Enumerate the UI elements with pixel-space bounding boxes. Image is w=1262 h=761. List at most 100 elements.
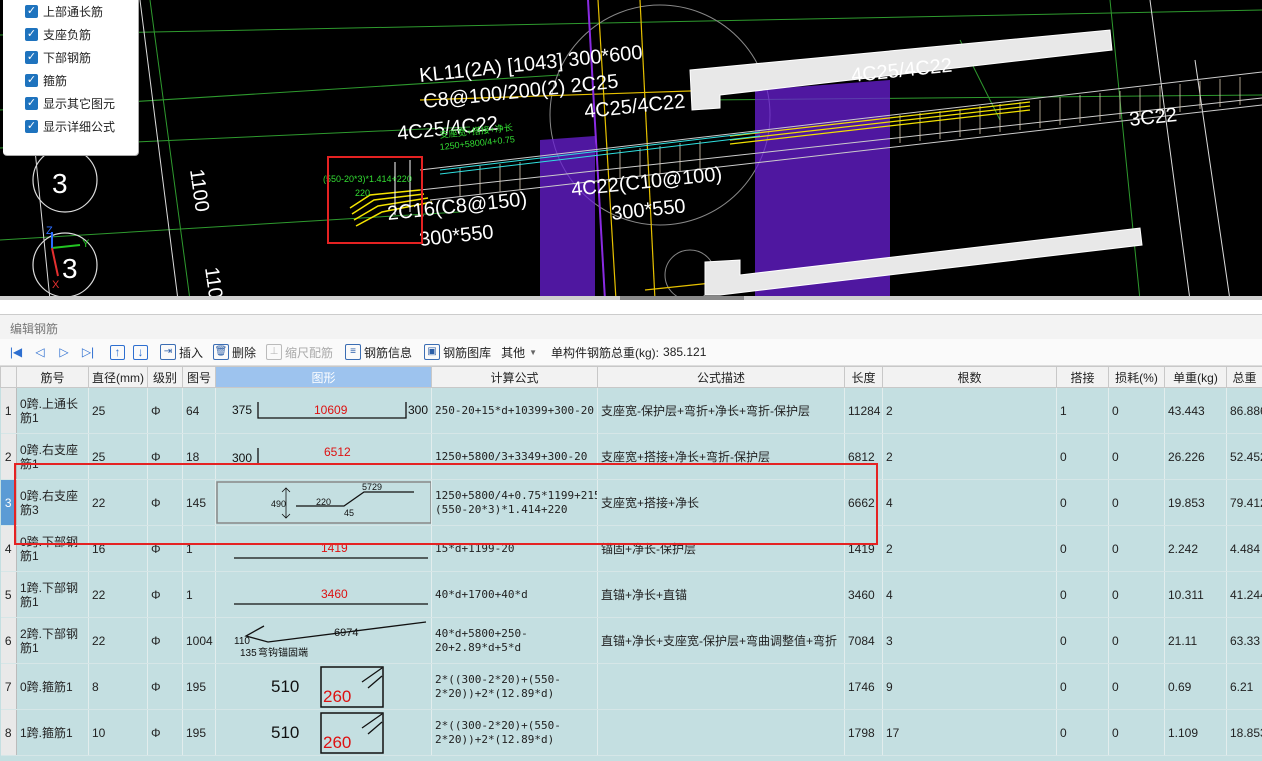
delete-button[interactable]: 🗑 删除	[213, 341, 256, 363]
row-number[interactable]: 2	[0, 433, 17, 480]
unit-weight-cell[interactable]: 26.226	[1164, 433, 1227, 480]
loss-cell[interactable]: 0	[1108, 663, 1165, 710]
diameter-cell[interactable]: 22	[88, 571, 148, 618]
col-header-total-weight[interactable]: 总重	[1226, 366, 1262, 388]
last-record-icon[interactable]: ▷|	[80, 344, 96, 360]
rebar-name-cell[interactable]: 0跨.上通长筋1	[16, 387, 89, 434]
diameter-cell[interactable]: 25	[88, 387, 148, 434]
unit-weight-cell[interactable]: 21.11	[1164, 617, 1227, 664]
rebar-name-cell[interactable]: 0跨.右支座筋1	[16, 433, 89, 480]
length-cell[interactable]: 11284	[844, 387, 883, 434]
description-cell[interactable]: 支座宽-保护层+弯折+净长+弯折-保护层	[597, 387, 845, 434]
length-cell[interactable]: 6812	[844, 433, 883, 480]
total-weight-cell[interactable]: 86.886	[1226, 387, 1262, 434]
other-dropdown[interactable]: 其他 ▼	[501, 341, 537, 363]
diameter-cell[interactable]: 8	[88, 663, 148, 710]
figure-no-cell[interactable]: 195	[182, 709, 216, 756]
figure-no-cell[interactable]: 195	[182, 663, 216, 710]
figure-no-cell[interactable]: 18	[182, 433, 216, 480]
move-up-icon[interactable]: ↑	[110, 344, 125, 360]
layer-support-negative[interactable]: ✓ 支座负筋	[25, 25, 91, 43]
formula-cell[interactable]: 40*d+5800+250-20+2.89*d+5*d	[431, 617, 598, 664]
formula-cell[interactable]: 1250+5800/4+0.75*1199+2150+(550-20*3)*1.…	[431, 479, 598, 526]
shape-cell[interactable]: 300 6512	[215, 433, 432, 480]
checkbox-checked-icon[interactable]: ✓	[25, 4, 38, 18]
shape-cell[interactable]: 1419	[215, 525, 432, 572]
lap-cell[interactable]: 0	[1056, 479, 1109, 526]
row-number[interactable]: 5	[0, 571, 17, 618]
lap-cell[interactable]: 0	[1056, 617, 1109, 664]
layer-stirrup[interactable]: ✓ 箍筋	[25, 71, 67, 89]
length-cell[interactable]: 6662	[844, 479, 883, 526]
diameter-cell[interactable]: 25	[88, 433, 148, 480]
description-cell[interactable]: 直锚+净长+直锚	[597, 571, 845, 618]
loss-cell[interactable]: 0	[1108, 433, 1165, 480]
checkbox-checked-icon[interactable]: ✓	[25, 96, 38, 110]
length-cell[interactable]: 7084	[844, 617, 883, 664]
col-header-length[interactable]: 长度	[844, 366, 883, 388]
count-cell[interactable]: 2	[882, 433, 1057, 480]
figure-no-cell[interactable]: 1004	[182, 617, 216, 664]
first-record-icon[interactable]: |◀	[8, 344, 24, 360]
total-weight-cell[interactable]: 63.33	[1226, 617, 1262, 664]
layer-bottom-rebar[interactable]: ✓ 下部钢筋	[25, 48, 91, 66]
description-cell[interactable]	[597, 663, 845, 710]
shape-cell[interactable]: 375 10609 300	[215, 387, 432, 434]
count-cell[interactable]: 9	[882, 663, 1057, 710]
rebar-library-button[interactable]: ▣ 钢筋图库	[424, 341, 491, 363]
loss-cell[interactable]: 0	[1108, 525, 1165, 572]
loss-cell[interactable]: 0	[1108, 709, 1165, 756]
figure-no-cell[interactable]: 1	[182, 571, 216, 618]
row-number[interactable]: 6	[0, 617, 17, 664]
shape-cell[interactable]: 3460	[215, 571, 432, 618]
rebar-name-cell[interactable]: 0跨.右支座筋3	[16, 479, 89, 526]
prev-record-icon[interactable]: ◁	[32, 344, 48, 360]
grade-cell[interactable]: Φ	[147, 525, 183, 572]
loss-cell[interactable]: 0	[1108, 387, 1165, 434]
cad-viewport[interactable]: 3 3 Y Z X KL11(2A) [1043] 300*600 C8@100…	[0, 0, 1262, 300]
layer-other-elements[interactable]: ✓ 显示其它图元	[25, 94, 115, 112]
col-header-grade[interactable]: 级别	[147, 366, 183, 388]
count-cell[interactable]: 17	[882, 709, 1057, 756]
lap-cell[interactable]: 0	[1056, 663, 1109, 710]
loss-cell[interactable]: 0	[1108, 571, 1165, 618]
row-number[interactable]: 4	[0, 525, 17, 572]
description-cell[interactable]: 直锚+净长+支座宽-保护层+弯曲调整值+弯折	[597, 617, 845, 664]
length-cell[interactable]: 3460	[844, 571, 883, 618]
col-header-description[interactable]: 公式描述	[597, 366, 845, 388]
description-cell[interactable]: 支座宽+搭接+净长+弯折-保护层	[597, 433, 845, 480]
unit-weight-cell[interactable]: 0.69	[1164, 663, 1227, 710]
col-header-formula[interactable]: 计算公式	[431, 366, 598, 388]
checkbox-checked-icon[interactable]: ✓	[25, 50, 38, 64]
shape-cell[interactable]: 510 260	[215, 663, 432, 710]
col-header-unit-weight[interactable]: 单重(kg)	[1164, 366, 1227, 388]
grade-cell[interactable]: Φ	[147, 433, 183, 480]
layer-top-continuous[interactable]: ✓ 上部通长筋	[25, 2, 103, 20]
unit-weight-cell[interactable]: 2.242	[1164, 525, 1227, 572]
description-cell[interactable]: 锚固+净长-保护层	[597, 525, 845, 572]
total-weight-cell[interactable]: 18.853	[1226, 709, 1262, 756]
shape-cell[interactable]: 490 220 5729 45	[215, 479, 432, 526]
figure-no-cell[interactable]: 1	[182, 525, 216, 572]
unit-weight-cell[interactable]: 10.311	[1164, 571, 1227, 618]
grade-cell[interactable]: Φ	[147, 663, 183, 710]
table-row[interactable]: 8 1跨.箍筋1 10 Φ 195 510 260 2*((300-2*20)+(550-2*…	[0, 709, 1262, 756]
rebar-name-cell[interactable]: 2跨.下部钢筋1	[16, 617, 89, 664]
scale-rebar-button[interactable]: ⊥ 缩尺配筋	[266, 341, 333, 363]
insert-button[interactable]: ⇥ 插入	[160, 341, 203, 363]
formula-cell[interactable]: 2*((300-2*20)+(550-2*20))+2*(12.89*d)	[431, 663, 598, 710]
count-cell[interactable]: 4	[882, 479, 1057, 526]
next-record-icon[interactable]: ▷	[56, 344, 72, 360]
col-header-name[interactable]: 筋号	[16, 366, 89, 388]
row-number[interactable]: 7	[0, 663, 17, 710]
shape-cell[interactable]: 110 135 6974 弯钩锚固端	[215, 617, 432, 664]
total-weight-cell[interactable]: 41.244	[1226, 571, 1262, 618]
row-number[interactable]: 8	[0, 709, 17, 756]
total-weight-cell[interactable]: 4.484	[1226, 525, 1262, 572]
rebar-name-cell[interactable]: 0跨.箍筋1	[16, 663, 89, 710]
table-row[interactable]: 6 2跨.下部钢筋1 22 Φ 1004 110 135 6974 弯钩锚固端 40*d+5800…	[0, 617, 1262, 664]
grade-cell[interactable]: Φ	[147, 571, 183, 618]
rebar-name-cell[interactable]: 1跨.下部钢筋1	[16, 571, 89, 618]
table-row[interactable]: 1 0跨.上通长筋1 25 Φ 64 375 10609 300 250-20+15*d+103…	[0, 387, 1262, 434]
table-row[interactable]: 4 0跨.下部钢筋1 16 Φ 1 1419 15*d+1199-20 锚固+净长-保护层 14…	[0, 525, 1262, 572]
